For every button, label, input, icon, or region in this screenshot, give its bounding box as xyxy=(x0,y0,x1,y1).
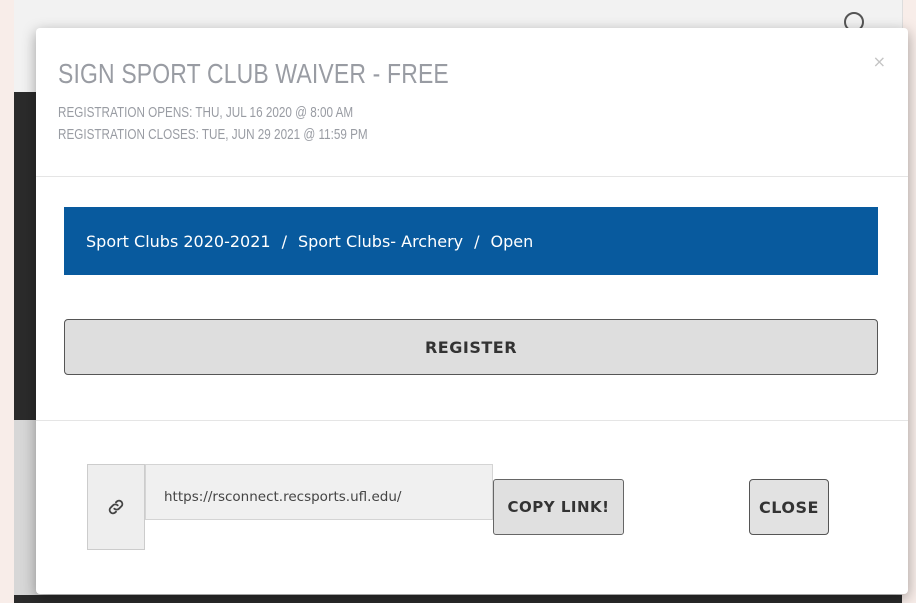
breadcrumb: Sport Clubs 2020-2021 / Sport Clubs- Arc… xyxy=(64,207,878,275)
register-button[interactable]: REGISTER xyxy=(64,319,878,375)
copy-link-button[interactable]: COPY LINK! xyxy=(493,479,624,535)
breadcrumb-item-season: Sport Clubs 2020-2021 xyxy=(86,231,271,251)
breadcrumb-item-status: Open xyxy=(490,231,534,251)
registration-opens: REGISTRATION OPENS: THU, JUL 16 2020 @ 8… xyxy=(58,104,354,121)
registration-closes: REGISTRATION CLOSES: TUE, JUN 29 2021 @ … xyxy=(58,126,368,143)
breadcrumb-separator: / xyxy=(474,231,480,251)
share-link-input[interactable] xyxy=(145,464,493,520)
breadcrumb-separator: / xyxy=(281,231,287,251)
breadcrumb-item-club: Sport Clubs- Archery xyxy=(297,231,464,251)
modal-title: SIGN SPORT CLUB WAIVER - FREE xyxy=(58,58,449,89)
close-button[interactable]: CLOSE xyxy=(749,479,829,535)
modal-divider xyxy=(36,420,908,421)
registration-modal: SIGN SPORT CLUB WAIVER - FREE REGISTRATI… xyxy=(36,28,908,594)
close-icon[interactable]: × xyxy=(873,52,886,71)
link-icon xyxy=(108,499,124,515)
modal-header: SIGN SPORT CLUB WAIVER - FREE REGISTRATI… xyxy=(36,28,908,177)
link-icon-addon xyxy=(87,464,145,550)
background-footer xyxy=(14,595,902,603)
